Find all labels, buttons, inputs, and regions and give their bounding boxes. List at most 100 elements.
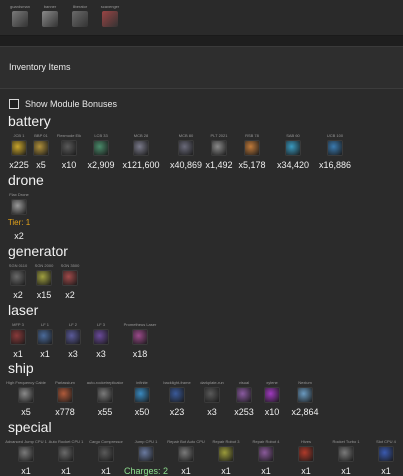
top-item[interactable]: guardsman [9,4,31,27]
ship-row: High Frequency Cable x5 Parlassium x778 auto… [6,380,325,417]
ship-item[interactable]: High Frequency Cable x5 [6,380,46,417]
battery-item[interactable]: LCB 33 x2,909 [87,133,114,170]
item-label: SGN 0110 [8,263,28,268]
special-item[interactable]: Jump CPU 1 Charges: 2 [123,439,169,476]
item-count: x40,869 [169,160,203,170]
rocket-icon [338,446,354,462]
item-count: x225 [9,160,29,170]
item-label: LF 3 [96,322,105,327]
laser-item[interactable]: MFP 3 x1 [7,322,29,359]
item-count: x10 [264,407,280,417]
item-label: Jump CPU 1 [134,439,158,444]
item-label: LCB 33 [94,133,108,138]
top-item-label: liberator [72,4,88,9]
top-strip: guardsman banner liberator scavenger [0,0,403,36]
ship-item[interactable]: visual x253 [229,380,259,417]
item-label: Repair Robot 3 [212,439,240,444]
category-title-ship: ship [8,360,34,376]
item-label: Advanced Jump CPU 1 [5,439,47,444]
item-count: x15 [36,290,52,300]
ship-item[interactable]: Nexium x2,864 [285,380,325,417]
item-count: x1 [21,466,31,476]
special-item[interactable]: Auto Rocket CPU 1 x1 [47,439,85,476]
laser-item[interactable]: LF 3 x3 [89,322,113,359]
special-item[interactable]: Repair Robot 4 x1 [247,439,285,476]
item-label: LF 2 [68,322,77,327]
battery-item[interactable]: UCB 100 x16,886 [316,133,354,170]
top-item[interactable]: liberator [69,4,91,27]
item-count: x2 [65,290,75,300]
module-bonus-checkbox[interactable] [9,99,19,109]
item-label: MCB 80 [178,133,194,138]
item-label: Flax Drone [9,192,29,197]
battery-icon [178,140,194,156]
drone-item[interactable]: Flax Drone Tier: 1 x2 [7,192,31,241]
top-item-label: guardsman [9,4,30,9]
battery-item[interactable]: PLT 2021 x1,492 [205,133,233,170]
laser-item[interactable]: LF 1 x1 [33,322,57,359]
category-title-special: special [8,419,52,435]
item-label: Cargo Compressor [89,439,123,444]
battery-icon [285,140,301,156]
ship-item[interactable]: backlight-frame x23 [159,380,195,417]
item-count: x1 [301,466,311,476]
item-count: x16,886 [318,160,352,170]
cpu-icon [378,446,394,462]
special-item[interactable]: Rocket Turbo 1 x1 [327,439,365,476]
ship-item[interactable]: xylene x10 [261,380,283,417]
special-item[interactable]: Cargo Compressor x1 [87,439,125,476]
top-item[interactable]: scavenger [99,4,121,27]
battery-item[interactable]: Flexmode Elk x10 [51,133,87,170]
top-item[interactable]: banner [39,4,61,27]
generator-icon [36,270,52,286]
battery-item[interactable]: BBP 01 x5 [32,133,50,170]
visual-icon [236,387,252,403]
item-label: Flexmode Elk [56,133,82,138]
item-count: x23 [169,407,185,417]
top-item-list: guardsman banner liberator scavenger [9,4,121,27]
robot-icon [258,446,274,462]
generator-item[interactable]: SGN 2000 x15 [33,263,55,300]
ship-item[interactable]: infinite x50 [127,380,157,417]
item-count: x34,420 [276,160,310,170]
ship-item[interactable]: auto-rocketreplicator x55 [85,380,125,417]
item-count: x55 [97,407,113,417]
special-item[interactable]: Slot CPU 4 x1 [367,439,403,476]
cpu-icon [58,446,74,462]
special-item[interactable]: Repair Robot 3 x1 [207,439,245,476]
battery-icon [133,140,149,156]
laser-icon [132,329,148,345]
battery-icon [244,140,260,156]
generator-item[interactable]: SGN 0110 x2 [7,263,29,300]
laser-item[interactable]: LF 2 x3 [61,322,85,359]
battery-item[interactable]: RSB 78 x5,178 [234,133,270,170]
module-bonus-toggle[interactable]: Show Module Bonuses [9,99,117,109]
laser-icon [93,329,109,345]
item-count: x3 [68,349,78,359]
battery-item[interactable]: SAB 60 x34,420 [271,133,315,170]
battery-item[interactable]: MCB 28 x121,600 [115,133,167,170]
frame-icon [169,387,185,403]
item-label: JCB 1 [13,133,25,138]
banner-icon [42,11,58,27]
laser-item[interactable]: Prometheus Laser x18 [117,322,163,359]
generator-item[interactable]: SGN 3500 x2 [59,263,81,300]
item-charges: Charges: 2 [123,466,169,476]
ship-item[interactable]: darkplate-run x3 [197,380,227,417]
robot-icon [218,446,234,462]
battery-icon [93,140,109,156]
item-count: x2 [13,290,23,300]
ship-item[interactable]: Parlassium x778 [47,380,83,417]
item-label: SGN 3500 [60,263,80,268]
item-count: x778 [55,407,75,417]
special-item[interactable]: Hives x1 [287,439,325,476]
cable-icon [18,387,34,403]
item-count: x253 [234,407,254,417]
battery-item[interactable]: MCB 80 x40,869 [168,133,204,170]
category-title-battery: battery [8,113,51,129]
special-item[interactable]: Repair Bot Auto CPU x1 [167,439,205,476]
special-item[interactable]: Advanced Jump CPU 1 x1 [5,439,47,476]
item-label: High Frequency Cable [6,380,46,385]
orb-icon [134,387,150,403]
battery-item[interactable]: JCB 1 x225 [7,133,31,170]
